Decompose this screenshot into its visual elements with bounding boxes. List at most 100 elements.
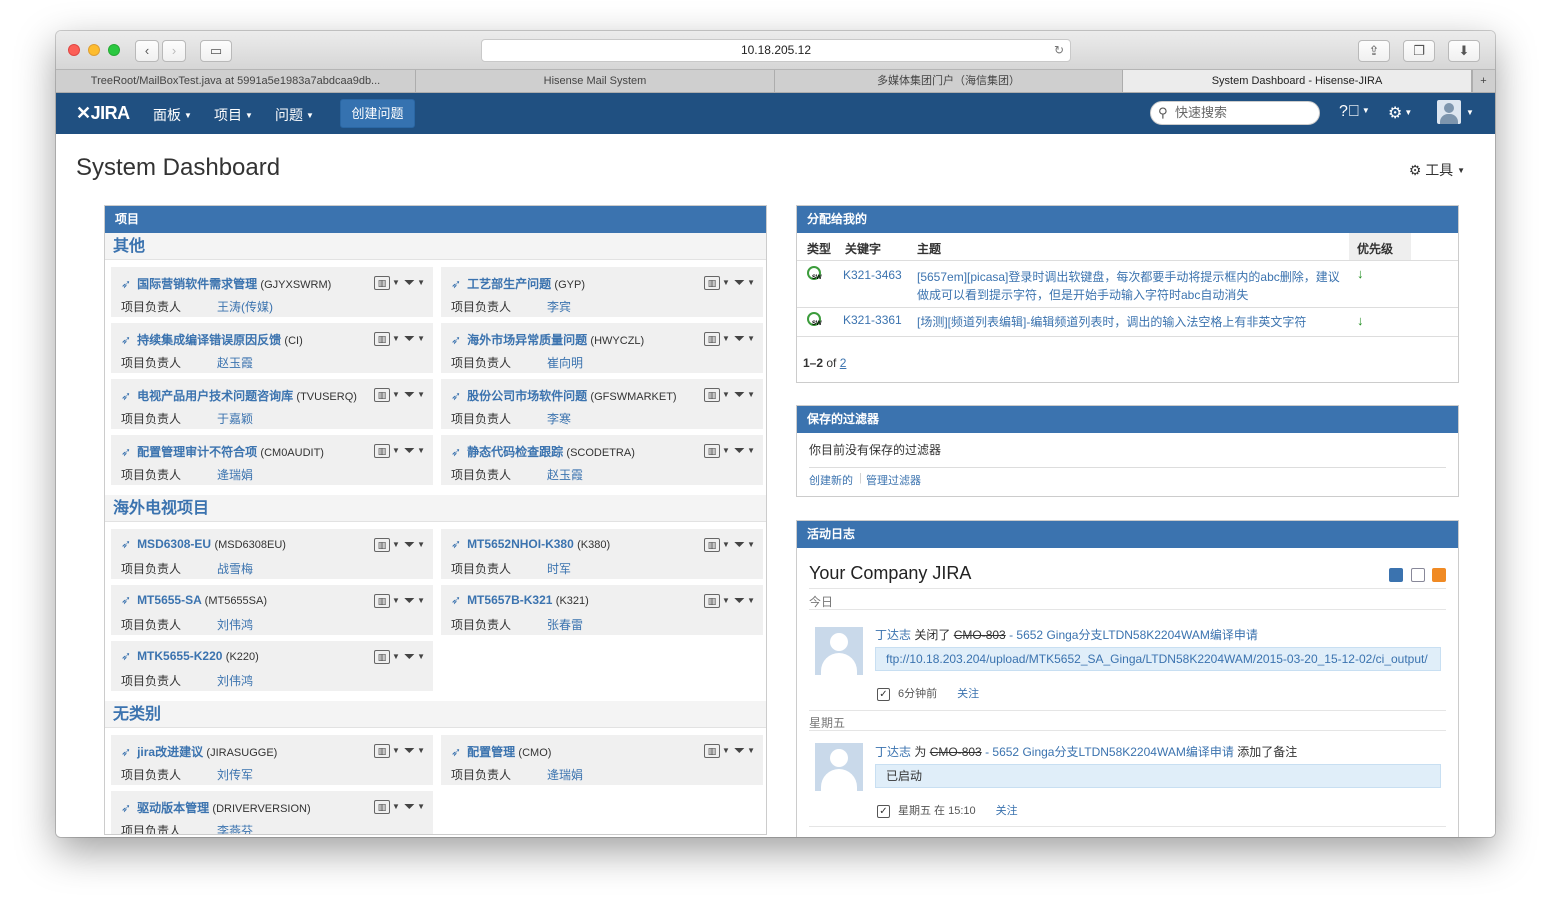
address-bar[interactable]: 10.18.205.12 ↻ bbox=[481, 39, 1071, 62]
new-tab-button[interactable]: + bbox=[1472, 70, 1494, 92]
chevron-down-icon[interactable]: ▼ bbox=[392, 278, 400, 287]
project-link[interactable]: ➶ 海外市场异常质量问题 (HWYCZL) bbox=[451, 331, 644, 348]
filter-icon[interactable]: ⏷ bbox=[404, 536, 415, 552]
back-button[interactable]: ‹ bbox=[135, 40, 159, 62]
chevron-down-icon[interactable]: ▼ bbox=[392, 446, 400, 455]
bar-chart-icon[interactable]: ▥ bbox=[703, 593, 720, 608]
bar-chart-icon[interactable]: ▥ bbox=[373, 743, 390, 758]
project-lead-link[interactable]: 崔向明 bbox=[547, 354, 583, 371]
chevron-down-icon[interactable]: ▼ bbox=[747, 278, 755, 287]
bar-chart-icon[interactable]: ▥ bbox=[373, 443, 390, 458]
project-lead-link[interactable]: 逄瑞娟 bbox=[547, 766, 583, 783]
filter-icon[interactable]: ⏷ bbox=[734, 592, 745, 608]
chevron-down-icon[interactable]: ▼ bbox=[392, 390, 400, 399]
filter-icon[interactable]: ⏷ bbox=[404, 330, 415, 346]
bar-chart-icon[interactable]: ▥ bbox=[373, 593, 390, 608]
project-link[interactable]: ➶ 持续集成编译错误原因反馈 (CI) bbox=[121, 331, 303, 348]
reload-icon[interactable]: ↻ bbox=[1054, 40, 1064, 61]
menu-projects[interactable]: 项目 ▼ bbox=[214, 105, 253, 125]
chevron-down-icon[interactable]: ▼ bbox=[747, 746, 755, 755]
zoom-window-button[interactable] bbox=[108, 44, 120, 56]
jira-logo[interactable]: ✕JIRA bbox=[76, 103, 130, 124]
chevron-down-icon[interactable]: ▼ bbox=[417, 390, 425, 399]
project-link[interactable]: ➶ MT5652NHOI-K380 (K380) bbox=[451, 537, 610, 551]
project-lead-link[interactable]: 赵玉霞 bbox=[547, 466, 583, 483]
project-lead-link[interactable]: 逄瑞娟 bbox=[217, 466, 253, 483]
bar-chart-icon[interactable]: ▥ bbox=[373, 799, 390, 814]
bar-chart-icon[interactable]: ▥ bbox=[703, 331, 720, 346]
chevron-down-icon[interactable]: ▼ bbox=[722, 596, 730, 605]
full-view-icon[interactable] bbox=[1389, 567, 1404, 582]
chevron-down-icon[interactable]: ▼ bbox=[417, 446, 425, 455]
project-link[interactable]: ➶ 电视产品用户技术问题咨询库 (TVUSERQ) bbox=[121, 387, 357, 404]
project-link[interactable]: ➶ MT5657B-K321 (K321) bbox=[451, 593, 589, 607]
chevron-down-icon[interactable]: ▼ bbox=[417, 652, 425, 661]
chevron-down-icon[interactable]: ▼ bbox=[392, 802, 400, 811]
project-lead-link[interactable]: 赵玉霞 bbox=[217, 354, 253, 371]
chevron-down-icon[interactable]: ▼ bbox=[392, 596, 400, 605]
sidebar-toggle-button[interactable]: ▭ bbox=[200, 40, 232, 62]
chevron-down-icon[interactable]: ▼ bbox=[747, 446, 755, 455]
minimize-window-button[interactable] bbox=[88, 44, 100, 56]
watch-link[interactable]: 关注 bbox=[957, 688, 979, 700]
browser-tab-active[interactable]: System Dashboard - Hisense-JIRA bbox=[1123, 70, 1472, 92]
project-link[interactable]: ➶ MSD6308-EU (MSD6308EU) bbox=[121, 537, 286, 551]
bar-chart-icon[interactable]: ▥ bbox=[373, 387, 390, 402]
user-menu-toggle[interactable]: ▼ bbox=[1464, 105, 1474, 123]
filter-icon[interactable]: ⏷ bbox=[404, 592, 415, 608]
chevron-down-icon[interactable]: ▼ bbox=[722, 540, 730, 549]
chevron-down-icon[interactable]: ▼ bbox=[417, 540, 425, 549]
issue-summary-link[interactable]: [场测][频道列表编辑]-编辑频道列表时，调出的输入法空格上有非英文字符 bbox=[917, 313, 1342, 331]
bar-chart-icon[interactable]: ▥ bbox=[703, 387, 720, 402]
project-lead-link[interactable]: 刘伟鸿 bbox=[217, 672, 253, 689]
chevron-down-icon[interactable]: ▼ bbox=[417, 596, 425, 605]
chevron-down-icon[interactable]: ▼ bbox=[747, 596, 755, 605]
filter-icon[interactable]: ⏷ bbox=[404, 798, 415, 814]
bar-chart-icon[interactable]: ▥ bbox=[373, 331, 390, 346]
chevron-down-icon[interactable]: ▼ bbox=[722, 334, 730, 343]
user-link[interactable]: 丁达志 bbox=[875, 628, 911, 642]
filter-icon[interactable]: ⏷ bbox=[404, 386, 415, 402]
bar-chart-icon[interactable]: ▥ bbox=[373, 537, 390, 552]
project-lead-link[interactable]: 王涛(传媒) bbox=[217, 298, 273, 315]
project-lead-link[interactable]: 战雪梅 bbox=[217, 560, 253, 577]
filter-icon[interactable]: ⏷ bbox=[734, 386, 745, 402]
quick-search-input[interactable]: ⚲ 快速搜索 bbox=[1150, 101, 1320, 125]
list-view-icon[interactable] bbox=[1410, 567, 1425, 582]
ftp-link[interactable]: ftp://10.18.203.204/upload/MTK5652_SA_Gi… bbox=[886, 652, 1428, 666]
project-link[interactable]: ➶ 股份公司市场软件问题 (GFSWMARKET) bbox=[451, 387, 677, 404]
filter-icon[interactable]: ⏷ bbox=[734, 330, 745, 346]
close-window-button[interactable] bbox=[68, 44, 80, 56]
col-type[interactable]: 类型 bbox=[807, 240, 831, 257]
filter-icon[interactable]: ⏷ bbox=[734, 536, 745, 552]
user-link[interactable]: 丁达志 bbox=[875, 745, 911, 759]
chevron-down-icon[interactable]: ▼ bbox=[392, 652, 400, 661]
issue-key-link[interactable]: CMO-803 bbox=[930, 745, 982, 759]
col-priority[interactable]: 优先级 ↓ bbox=[1349, 233, 1411, 260]
chevron-down-icon[interactable]: ▼ bbox=[722, 746, 730, 755]
bar-chart-icon[interactable]: ▥ bbox=[703, 537, 720, 552]
chevron-down-icon[interactable]: ▼ bbox=[722, 278, 730, 287]
issue-key-link[interactable]: K321-3463 bbox=[843, 268, 902, 282]
menu-issues[interactable]: 问题 ▼ bbox=[275, 105, 314, 125]
project-lead-link[interactable]: 于嘉颖 bbox=[217, 410, 253, 427]
chevron-down-icon[interactable]: ▼ bbox=[747, 540, 755, 549]
filter-icon[interactable]: ⏷ bbox=[404, 442, 415, 458]
filter-icon[interactable]: ⏷ bbox=[404, 648, 415, 664]
project-link[interactable]: ➶ 配置管理 (CMO) bbox=[451, 743, 551, 760]
chevron-down-icon[interactable]: ▼ bbox=[417, 334, 425, 343]
checkbox-icon[interactable]: ✓ bbox=[877, 687, 890, 701]
rss-feed-icon[interactable] bbox=[1432, 567, 1446, 582]
filter-icon[interactable]: ⏷ bbox=[734, 442, 745, 458]
project-link[interactable]: ➶ MTK5655-K220 (K220) bbox=[121, 649, 259, 663]
forward-button[interactable]: › bbox=[162, 40, 186, 62]
project-lead-link[interactable]: 刘伟鸿 bbox=[217, 616, 253, 633]
user-avatar[interactable] bbox=[815, 627, 863, 675]
project-link[interactable]: ➶ 驱动版本管理 (DRIVERVERSION) bbox=[121, 799, 311, 816]
help-menu[interactable]: ?⃝ ▼ bbox=[1339, 103, 1370, 121]
project-lead-link[interactable]: 李宾 bbox=[547, 298, 571, 315]
chevron-down-icon[interactable]: ▼ bbox=[417, 278, 425, 287]
bar-chart-icon[interactable]: ▥ bbox=[373, 275, 390, 290]
filter-icon[interactable]: ⏷ bbox=[734, 742, 745, 758]
project-lead-link[interactable]: 时军 bbox=[547, 560, 571, 577]
